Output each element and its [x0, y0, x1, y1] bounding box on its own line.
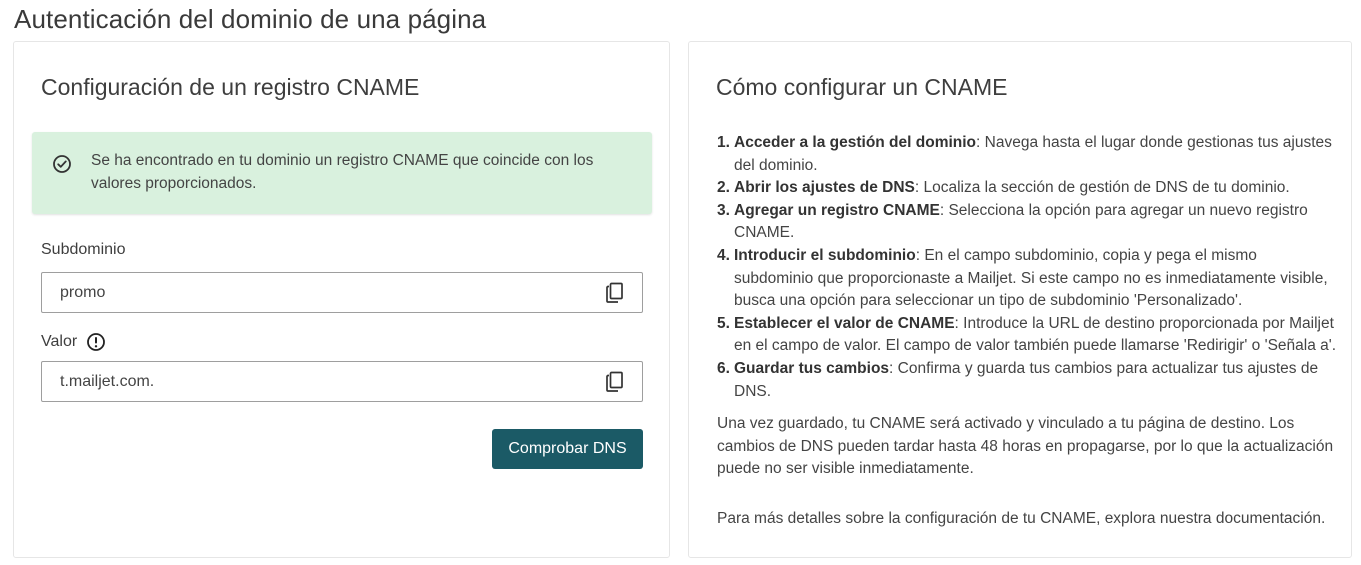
- step-item: 4. Introducir el subdominio: En el campo …: [717, 245, 1337, 313]
- step-title: Agregar un registro CNAME: [734, 201, 940, 219]
- step-number: 1.: [717, 134, 730, 151]
- steps-list: 1. Acceder a la gestión del dominio: Nave…: [717, 132, 1337, 403]
- step-title: Guardar tus cambios: [734, 359, 890, 377]
- step-number: 6.: [717, 359, 730, 377]
- step-title: Establecer el valor de CNAME: [734, 314, 955, 332]
- step-title: Acceder a la gestión del dominio: [734, 134, 977, 151]
- cname-howto-card: Cómo configurar un CNAME 1. Acceder a la …: [688, 41, 1352, 558]
- page-title: Autenticación del dominio de una página: [14, 4, 487, 34]
- step-number: 3.: [717, 201, 730, 219]
- value-field[interactable]: t.mailjet.com.: [41, 361, 643, 402]
- step-number: 2.: [717, 179, 730, 197]
- subdomain-label-text: Subdominio: [41, 241, 126, 258]
- success-alert: Se ha encontrado en tu dominio un regist…: [32, 132, 652, 214]
- step-item: 1. Acceder a la gestión del dominio: Nave…: [717, 132, 1337, 177]
- check-dns-button[interactable]: Comprobar DNS: [492, 429, 643, 469]
- step-item: 6. Guardar tus cambios: Confirma y guarda…: [717, 358, 1337, 403]
- subdomain-label: Subdominio: [41, 241, 126, 259]
- success-alert-message: Se ha encontrado en tu dominio un regist…: [91, 152, 594, 192]
- value-field-value[interactable]: t.mailjet.com.: [60, 373, 154, 391]
- step-number: 4.: [717, 246, 730, 264]
- step-item: 5. Establecer el valor de CNAME: Introduc…: [717, 313, 1337, 358]
- step-item: 2. Abrir los ajustes de DNS: Localiza la …: [717, 177, 1337, 200]
- step-title: Introducir el subdominio: [734, 246, 916, 264]
- warning-circle-icon[interactable]: [86, 332, 106, 352]
- copy-icon[interactable]: [605, 371, 625, 393]
- copy-icon[interactable]: [605, 282, 625, 304]
- subdomain-field[interactable]: promo: [41, 272, 643, 313]
- cname-howto-heading: Cómo configurar un CNAME: [716, 74, 1008, 100]
- step-title: Abrir los ajustes de DNS: [734, 179, 915, 197]
- cname-setup-heading: Configuración de un registro CNAME: [41, 74, 420, 100]
- subdomain-value[interactable]: promo: [60, 284, 105, 302]
- value-label: Valor: [41, 331, 106, 352]
- propagation-note: Una vez guardado, tu CNAME será activado…: [717, 415, 1334, 478]
- documentation-note: Para más detalles sobre la configuración…: [717, 510, 1326, 527]
- cname-setup-card: Configuración de un registro CNAME Se ha…: [13, 41, 670, 558]
- check-circle-icon: [53, 155, 71, 173]
- step-item: 3. Agregar un registro CNAME: Selecciona …: [717, 200, 1337, 245]
- value-label-text: Valor: [41, 332, 78, 350]
- step-text: : Localiza la sección de gestión de DNS …: [914, 179, 1290, 197]
- step-number: 5.: [717, 314, 730, 332]
